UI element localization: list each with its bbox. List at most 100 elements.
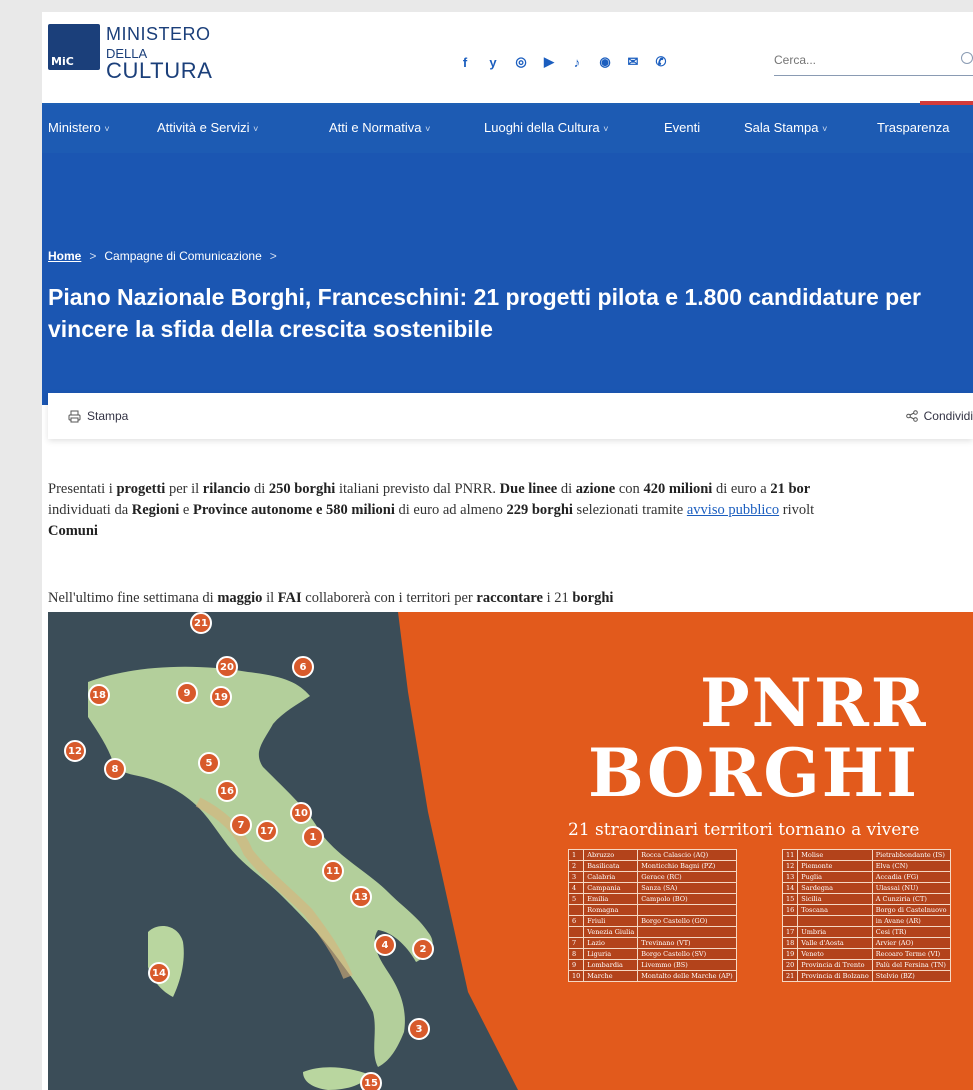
nav-label: Ministero	[48, 120, 101, 135]
map-pin: 16	[216, 780, 238, 802]
row-region: Liguria	[583, 948, 639, 960]
row-number: 7	[567, 937, 585, 949]
row-borgo: Stelvio (BZ)	[871, 970, 951, 982]
avviso-pubblico-link[interactable]: avviso pubblico	[687, 502, 779, 518]
podcast-icon[interactable]: ◉	[596, 53, 614, 71]
breadcrumb-section[interactable]: Campagne di Comunicazione	[104, 249, 261, 263]
site-header: MiC MINISTERO DELLA CULTURA f y ◎ ▶ ♪ ◉ …	[42, 12, 973, 104]
row-borgo: Livemmo (BS)	[637, 959, 737, 971]
table-row: 18 Valle d'Aosta Arvier (AO)	[781, 937, 951, 949]
row-region: Puglia	[797, 871, 873, 883]
row-number: 6	[567, 915, 585, 927]
map-pin: 4	[374, 934, 396, 956]
chevron-down-icon: ˅	[104, 124, 110, 134]
lead-bold: 420 milioni	[643, 481, 713, 497]
row-borgo: in Avane (AR)	[871, 915, 951, 927]
table-row: 12 Piemonte Elva (CN)	[781, 860, 951, 872]
twitter-icon[interactable]: y	[484, 53, 502, 71]
pnrr-borghi-image: 21 20 6 18 9 19 12 8 5 16 10 7 17 1 11 1…	[48, 612, 973, 1090]
map-pin: 2	[412, 938, 434, 960]
row-region: Piemonte	[797, 860, 873, 872]
row-region: Lazio	[583, 937, 639, 949]
lead-text: e	[179, 502, 193, 518]
chevron-down-icon: ˅	[822, 124, 828, 134]
map-pin: 6	[292, 656, 314, 678]
table-row: 5 Emilia Campolo (BO)	[567, 893, 737, 905]
row-borgo: Gerace (RC)	[637, 871, 737, 883]
para-bold: maggio	[217, 590, 263, 606]
row-number: 18	[781, 937, 799, 949]
lead-bold: rilancio	[202, 481, 251, 497]
row-number: 15	[781, 893, 799, 905]
row-region: Lombardia	[583, 959, 639, 971]
table-row: 4 Campania Sanza (SA)	[567, 882, 737, 894]
search-input[interactable]	[774, 46, 944, 74]
article-lead: Presentati i progetti per il rilancio di…	[48, 479, 973, 542]
row-number: 12	[781, 860, 799, 872]
instagram-icon[interactable]: ◎	[512, 53, 530, 71]
row-number	[567, 904, 585, 916]
row-number: 16	[781, 904, 799, 916]
mail-icon[interactable]: ✉	[624, 53, 642, 71]
tiktok-icon[interactable]: ♪	[568, 53, 586, 71]
phone-icon[interactable]: ✆	[652, 53, 670, 71]
lead-text: selezionati tramite	[572, 502, 687, 518]
row-borgo: Cesi (TR)	[871, 926, 951, 938]
nav-item-ministero[interactable]: Ministero ˅	[48, 120, 110, 135]
lead-text: di euro ad almeno	[394, 502, 507, 518]
lead-bold: Due linee	[499, 481, 558, 497]
nav-item-eventi[interactable]: Eventi	[664, 120, 700, 135]
lead-bold: azione	[575, 481, 616, 497]
breadcrumb-home[interactable]: Home	[48, 249, 81, 263]
row-borgo	[637, 926, 737, 938]
row-region: Venezia Giulia	[583, 926, 639, 938]
nav-item-sala-stampa[interactable]: Sala Stampa ˅	[744, 120, 827, 135]
page: MiC MINISTERO DELLA CULTURA f y ◎ ▶ ♪ ◉ …	[42, 12, 973, 1090]
nav-item-atti[interactable]: Atti e Normativa ˅	[329, 120, 430, 135]
lead-text: di euro a	[712, 481, 771, 497]
search-icon[interactable]	[961, 52, 973, 64]
map-pin: 17	[256, 820, 278, 842]
map-pin: 19	[210, 686, 232, 708]
row-number	[567, 926, 585, 938]
image-title-1: PNRR	[700, 664, 928, 742]
row-region: Basilicata	[583, 860, 639, 872]
row-number: 14	[781, 882, 799, 894]
print-button[interactable]: Stampa	[68, 409, 128, 423]
para-text: collaborerà con i territori per	[301, 590, 477, 606]
nav-item-attivita[interactable]: Attività e Servizi ˅	[157, 120, 258, 135]
share-button[interactable]: Condividi	[905, 409, 973, 423]
row-borgo: Accadia (FG)	[871, 871, 951, 883]
chevron-down-icon: ˅	[603, 124, 609, 134]
map-pin: 9	[176, 682, 198, 704]
table-row: 3 Calabria Gerace (RC)	[567, 871, 737, 883]
logo-line-3: CULTURA	[106, 58, 213, 83]
row-number: 5	[567, 893, 585, 905]
nav-label: Trasparenza	[877, 120, 950, 135]
table-row: 19 Veneto Recoaro Terme (VI)	[781, 948, 951, 960]
lead-text: rivolt	[779, 502, 815, 518]
lead-bold: 21 bor	[770, 481, 811, 497]
nav-item-trasparenza[interactable]: Trasparenza	[877, 120, 950, 135]
facebook-icon[interactable]: f	[456, 53, 474, 71]
page-title: Piano Nazionale Borghi, Franceschini: 21…	[48, 284, 921, 342]
row-region: Abruzzo	[583, 849, 639, 861]
map-pin: 5	[198, 752, 220, 774]
map-pin: 11	[322, 860, 344, 882]
image-subtitle: 21 straordinari territori tornano a vive…	[568, 820, 920, 840]
table-row: 13 Puglia Accadia (FG)	[781, 871, 951, 883]
youtube-icon[interactable]: ▶	[540, 53, 558, 71]
map-pin: 18	[88, 684, 110, 706]
nav-item-luoghi[interactable]: Luoghi della Cultura ˅	[484, 120, 609, 135]
lead-text: individuati da	[48, 502, 132, 518]
nav-label: Luoghi della Cultura	[484, 120, 600, 135]
table-row: 16 Toscana Borgo di Castelnuovo	[781, 904, 951, 916]
row-borgo: Trevinano (VT)	[637, 937, 737, 949]
row-borgo: Campolo (BO)	[637, 893, 737, 905]
row-region: Molise	[797, 849, 873, 861]
nav-label: Eventi	[664, 120, 701, 135]
article-hero: Home > Campagne di Comunicazione > Piano Na…	[42, 153, 973, 405]
row-borgo: Ulassai (NU)	[871, 882, 951, 894]
row-number: 19	[781, 948, 799, 960]
breadcrumb: Home > Campagne di Comunicazione >	[48, 249, 285, 263]
